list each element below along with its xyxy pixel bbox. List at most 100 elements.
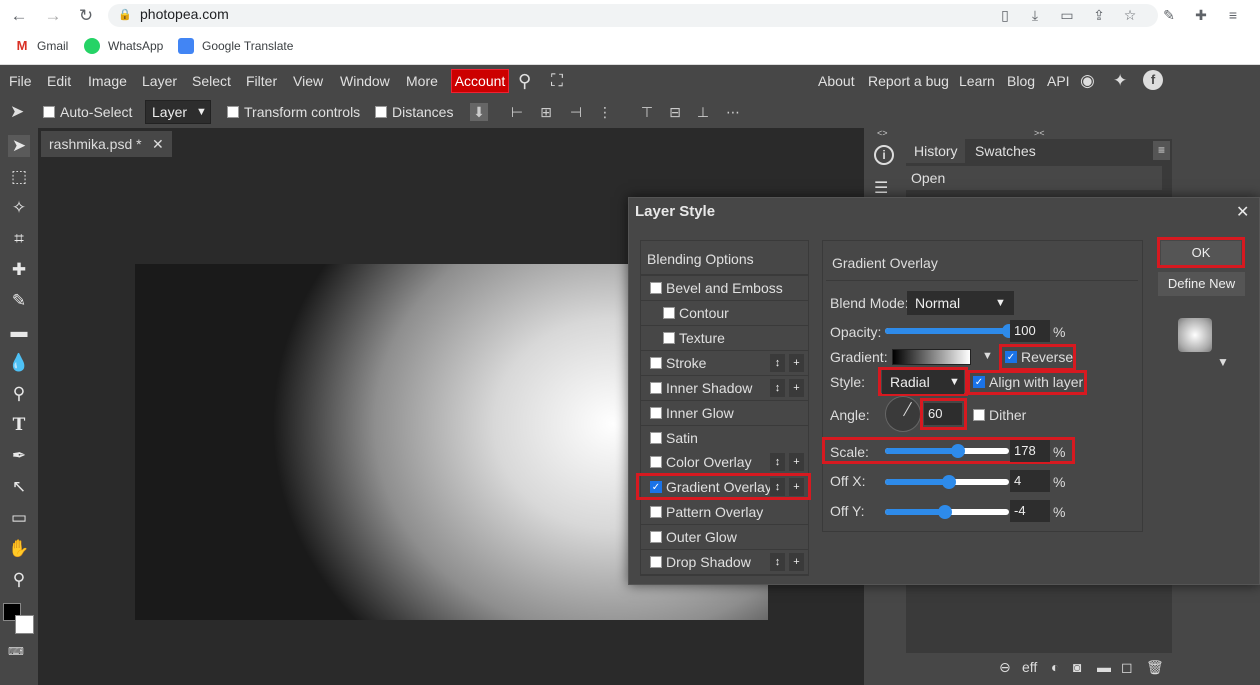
- background-color-swatch[interactable]: [15, 615, 34, 634]
- blend-mode-select[interactable]: Normal ▼: [907, 291, 1014, 315]
- link-about[interactable]: About: [818, 73, 855, 89]
- keyboard-icon[interactable]: ⌨: [8, 645, 28, 658]
- distances-checkbox[interactable]: [375, 106, 387, 118]
- menu-window[interactable]: Window: [340, 73, 390, 89]
- style-checkbox[interactable]: [650, 456, 662, 468]
- document-tab[interactable]: rashmika.psd * ✕: [41, 131, 172, 157]
- menu-layer[interactable]: Layer: [142, 73, 177, 89]
- align-center-h-icon[interactable]: ⊞: [537, 103, 555, 121]
- brush-tool-icon[interactable]: ✎: [8, 290, 30, 312]
- distribute-h-icon[interactable]: ⋮: [596, 103, 614, 121]
- account-button[interactable]: Account: [451, 69, 509, 93]
- align-right-icon[interactable]: ⊣: [567, 103, 585, 121]
- info-icon[interactable]: i: [874, 145, 894, 165]
- marquee-tool-icon[interactable]: ⬚: [8, 166, 30, 188]
- clipboard-icon[interactable]: ▯: [996, 6, 1014, 24]
- reload-icon[interactable]: ↻: [75, 5, 97, 27]
- properties-icon[interactable]: ☰: [874, 178, 888, 198]
- add-effect-icon[interactable]: +: [789, 379, 804, 397]
- bookmark-gmail[interactable]: Gmail: [37, 39, 68, 53]
- page-icon[interactable]: ▭: [1058, 6, 1076, 24]
- dodge-tool-icon[interactable]: ⚲: [8, 383, 30, 405]
- layer-mask-icon[interactable]: ◙: [1073, 659, 1081, 675]
- pen-tool-icon[interactable]: ✒: [8, 445, 30, 467]
- new-group-icon[interactable]: ▬: [1097, 659, 1111, 675]
- distribute-v-icon[interactable]: ⋯: [722, 103, 744, 121]
- align-left-icon[interactable]: ⊢: [508, 103, 526, 121]
- move-tool-icon[interactable]: ➤: [10, 102, 24, 122]
- link-report-bug[interactable]: Report a bug: [868, 73, 949, 89]
- healing-brush-icon[interactable]: ✚: [8, 259, 30, 281]
- delete-layer-icon[interactable]: 🗑: [1146, 659, 1164, 676]
- align-bottom-icon[interactable]: ⊥: [694, 103, 712, 121]
- menu-more[interactable]: More: [406, 73, 438, 89]
- offx-slider-knob[interactable]: [942, 475, 956, 489]
- fullscreen-icon[interactable]: ⛶: [551, 71, 563, 91]
- menu-image[interactable]: Image: [88, 73, 127, 89]
- link-blog[interactable]: Blog: [1007, 73, 1035, 89]
- blur-tool-icon[interactable]: 💧: [8, 352, 30, 374]
- angle-input[interactable]: 60: [924, 403, 962, 425]
- back-icon[interactable]: ←: [8, 5, 30, 27]
- style-checkbox[interactable]: [650, 407, 662, 419]
- offy-slider-knob[interactable]: [938, 505, 952, 519]
- crop-tool-icon[interactable]: ⌗: [8, 228, 30, 250]
- align-with-layer-checkbox[interactable]: ✓: [973, 376, 985, 388]
- panel-menu-icon[interactable]: ≡: [1153, 141, 1170, 160]
- style-select[interactable]: Radial ▼: [882, 370, 964, 394]
- tab-swatches[interactable]: Swatches: [975, 143, 1036, 159]
- add-effect-icon[interactable]: +: [789, 453, 804, 471]
- tab-history[interactable]: History: [914, 143, 958, 159]
- reverse-checkbox[interactable]: ✓: [1005, 351, 1017, 363]
- extensions-icon[interactable]: ✚: [1192, 6, 1210, 24]
- offx-slider[interactable]: [885, 475, 1009, 489]
- reorder-icon[interactable]: ↕: [770, 553, 785, 571]
- move-tool-icon[interactable]: ➤: [8, 135, 30, 157]
- transform-controls-checkbox[interactable]: [227, 106, 239, 118]
- style-checkbox[interactable]: [650, 282, 662, 294]
- collapse-arrows-icon[interactable]: ><: [1034, 128, 1045, 138]
- offy-input[interactable]: -4: [1010, 500, 1050, 522]
- url-text[interactable]: photopea.com: [140, 6, 229, 22]
- twitter-icon[interactable]: ✦: [1113, 71, 1127, 91]
- close-icon[interactable]: ✕: [152, 131, 164, 157]
- link-layers-icon[interactable]: ⊖: [999, 659, 1011, 676]
- reorder-icon[interactable]: ↕: [770, 379, 785, 397]
- bookmark-whatsapp[interactable]: WhatsApp: [108, 39, 163, 53]
- link-api[interactable]: API: [1047, 73, 1070, 89]
- path-select-icon[interactable]: ↖: [8, 476, 30, 498]
- close-icon[interactable]: ✕: [1236, 202, 1249, 222]
- style-checkbox[interactable]: [650, 382, 662, 394]
- auto-select-target-select[interactable]: Layer ▼: [145, 100, 211, 124]
- auto-select-checkbox[interactable]: [43, 106, 55, 118]
- forward-icon[interactable]: →: [42, 5, 64, 27]
- gradient-tool-icon[interactable]: ▬: [8, 321, 30, 343]
- download-arrow-icon[interactable]: ⬇: [470, 103, 488, 121]
- type-tool-icon[interactable]: T: [8, 414, 30, 436]
- shape-tool-icon[interactable]: ▭: [8, 507, 30, 529]
- download-icon[interactable]: ⤓: [1026, 6, 1044, 24]
- scale-slider[interactable]: [885, 444, 1009, 458]
- facebook-icon[interactable]: f: [1143, 70, 1163, 90]
- zoom-tool-icon[interactable]: ⚲: [8, 569, 30, 591]
- style-checkbox[interactable]: [650, 432, 662, 444]
- new-layer-icon[interactable]: ◻: [1121, 659, 1133, 676]
- align-top-icon[interactable]: ⊤: [638, 103, 656, 121]
- offx-input[interactable]: 4: [1010, 470, 1050, 492]
- define-new-button[interactable]: Define New: [1158, 272, 1245, 296]
- share-icon[interactable]: ⇪: [1090, 6, 1108, 24]
- dither-checkbox[interactable]: [973, 409, 985, 421]
- reorder-icon[interactable]: ↕: [770, 354, 785, 372]
- opacity-input[interactable]: 100: [1010, 320, 1050, 342]
- scale-input[interactable]: 178: [1010, 440, 1050, 462]
- style-checkbox[interactable]: [650, 506, 662, 518]
- adjustment-layer-icon[interactable]: ◐: [1051, 659, 1059, 675]
- bookmark-star-icon[interactable]: ☆: [1121, 6, 1139, 24]
- style-checkbox[interactable]: [650, 531, 662, 543]
- style-checkbox[interactable]: [663, 332, 675, 344]
- bookmark-google-translate[interactable]: Google Translate: [202, 39, 293, 53]
- style-checkbox[interactable]: [663, 307, 675, 319]
- reddit-icon[interactable]: ◉: [1080, 71, 1095, 91]
- search-icon[interactable]: ⚲: [518, 71, 531, 92]
- collapse-arrows-icon[interactable]: <>: [877, 128, 888, 138]
